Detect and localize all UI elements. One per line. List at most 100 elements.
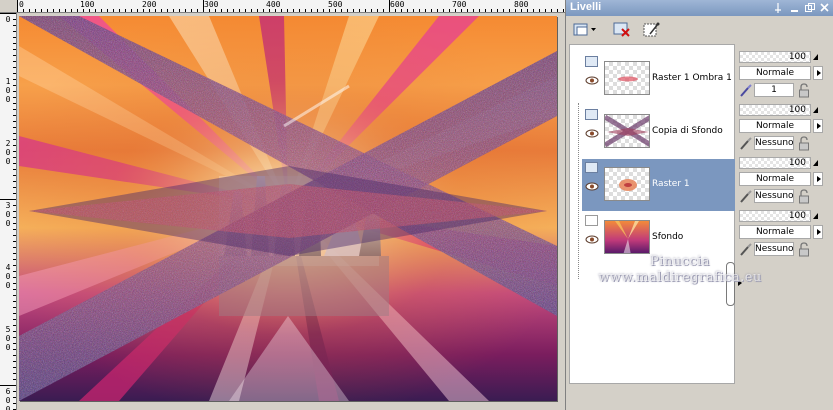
lock-icon[interactable]: [797, 189, 811, 204]
image-canvas[interactable]: [19, 16, 557, 401]
ruler-top-label: 0: [19, 0, 24, 9]
ruler-tick: [227, 9, 228, 12]
ruler-tick: [299, 9, 300, 12]
ruler-tick: [425, 9, 426, 12]
ruler-tick: [209, 9, 210, 12]
ruler-tick: [131, 9, 132, 12]
background-layer-icon: [585, 215, 598, 226]
ruler-tick: [13, 313, 16, 314]
group-field[interactable]: Nessuno: [754, 189, 794, 203]
ruler-tick: [101, 9, 102, 12]
pin-icon[interactable]: [771, 1, 785, 14]
opacity-slider[interactable]: 100: [739, 210, 811, 222]
blend-mode-dropdown-icon[interactable]: [813, 172, 823, 186]
brush-icon[interactable]: [739, 137, 753, 151]
ruler-tick: [13, 163, 16, 164]
ruler-top-label: 600: [390, 0, 405, 9]
ruler-tick: [13, 205, 16, 206]
ruler-tick: [13, 25, 16, 26]
ruler-tick: [191, 9, 192, 12]
blend-mode-select[interactable]: Normale: [739, 66, 811, 80]
ruler-tick: [23, 9, 24, 12]
ruler-tick: [13, 127, 16, 128]
opacity-value: 100: [788, 158, 806, 168]
ruler-tick: [13, 367, 16, 368]
ruler-tick: [13, 49, 16, 50]
opacity-slider[interactable]: 100: [739, 157, 811, 169]
opacity-arrow-icon[interactable]: [813, 213, 818, 219]
ruler-tick: [13, 115, 16, 116]
group-field[interactable]: Nessuno: [754, 136, 794, 150]
group-field[interactable]: Nessuno: [754, 242, 794, 256]
lock-icon[interactable]: [797, 136, 811, 151]
restore-icon[interactable]: [803, 1, 817, 14]
lock-icon[interactable]: [797, 242, 811, 257]
blend-mode-select[interactable]: Normale: [739, 119, 811, 133]
lock-icon[interactable]: [797, 83, 811, 98]
ruler-left-label: 600: [5, 387, 11, 410]
ruler-tick: [479, 9, 480, 12]
blend-mode-select[interactable]: Normale: [739, 225, 811, 239]
visibility-eye-icon[interactable]: [585, 129, 599, 138]
ruler-tick: [13, 259, 16, 260]
ruler-tick: [13, 211, 16, 212]
brush-icon[interactable]: [739, 243, 753, 257]
layers-panel: Livelli Raster 1 Ombra 1 Copia di Sfondo…: [565, 0, 833, 410]
visibility-eye-icon[interactable]: [585, 235, 599, 244]
visibility-eye-icon[interactable]: [585, 76, 599, 85]
opacity-arrow-icon[interactable]: [813, 107, 818, 113]
close-icon[interactable]: [818, 1, 832, 14]
panel-titlebar[interactable]: Livelli: [566, 0, 833, 16]
ruler-tick: [557, 9, 558, 12]
ruler-tick: [533, 9, 534, 12]
ruler-tick: [13, 373, 16, 374]
splitter-arrow-icon[interactable]: [738, 280, 742, 286]
ruler-tick: [257, 9, 258, 12]
canvas-area[interactable]: 0 100 200 300 400 500 600 700 800 0 100 20…: [0, 0, 565, 410]
blend-mode-dropdown-icon[interactable]: [813, 66, 823, 80]
opacity-slider[interactable]: 100: [739, 104, 811, 116]
opacity-arrow-icon[interactable]: [813, 54, 818, 60]
minimize-icon[interactable]: [788, 1, 802, 14]
ruler-tick: [329, 9, 330, 12]
ruler-tick: [13, 325, 16, 326]
ruler-tick: [239, 9, 240, 12]
ruler-tick: [13, 37, 16, 38]
panel-title: Livelli: [570, 1, 602, 13]
ruler-left-label: 200: [5, 139, 11, 166]
panel-splitter[interactable]: [726, 262, 735, 306]
layer-row-sfondo[interactable]: Sfondo: [582, 212, 735, 264]
ruler-tick: [13, 187, 16, 188]
group-field[interactable]: 1: [754, 83, 794, 97]
brush-icon[interactable]: [739, 190, 753, 204]
ruler-tick: [509, 9, 510, 12]
ruler-tick: [13, 295, 16, 296]
opacity-slider[interactable]: 100: [739, 51, 811, 63]
ruler-tick: [13, 289, 16, 290]
new-layer-icon[interactable]: [570, 20, 598, 40]
ruler-tick: [107, 9, 108, 12]
layer-properties-icon[interactable]: [638, 20, 666, 40]
ruler-tick: [437, 9, 438, 12]
delete-layer-icon[interactable]: [608, 20, 636, 40]
ruler-tick: [413, 9, 414, 12]
ruler-left-label: 400: [5, 263, 11, 290]
visibility-eye-icon[interactable]: [585, 182, 599, 191]
blend-mode-dropdown-icon[interactable]: [813, 225, 823, 239]
layer-row-raster-1-ombra-1[interactable]: Raster 1 Ombra 1: [582, 53, 735, 105]
ruler-top-label: 400: [266, 0, 281, 9]
ruler-tick: [13, 157, 16, 158]
layer-row-raster-1[interactable]: Raster 1: [582, 159, 735, 211]
blend-mode-dropdown-icon[interactable]: [813, 119, 823, 133]
blend-mode-select[interactable]: Normale: [739, 172, 811, 186]
layer-properties: 100 Normale 1 100 Normale Nessuno 100 No…: [737, 44, 833, 384]
ruler-tick: [245, 9, 246, 12]
layer-props-raster-1: 100 Normale Nessuno: [737, 154, 831, 206]
ruler-tick: [13, 97, 16, 98]
layer-row-copia-di-sfondo[interactable]: Copia di Sfondo: [582, 106, 735, 158]
ruler-tick: [13, 175, 16, 176]
ruler-tick: [65, 9, 66, 12]
opacity-arrow-icon[interactable]: [813, 160, 818, 166]
layer-list[interactable]: Raster 1 Ombra 1 Copia di Sfondo Raster …: [569, 44, 735, 384]
brush-icon[interactable]: [739, 84, 753, 98]
